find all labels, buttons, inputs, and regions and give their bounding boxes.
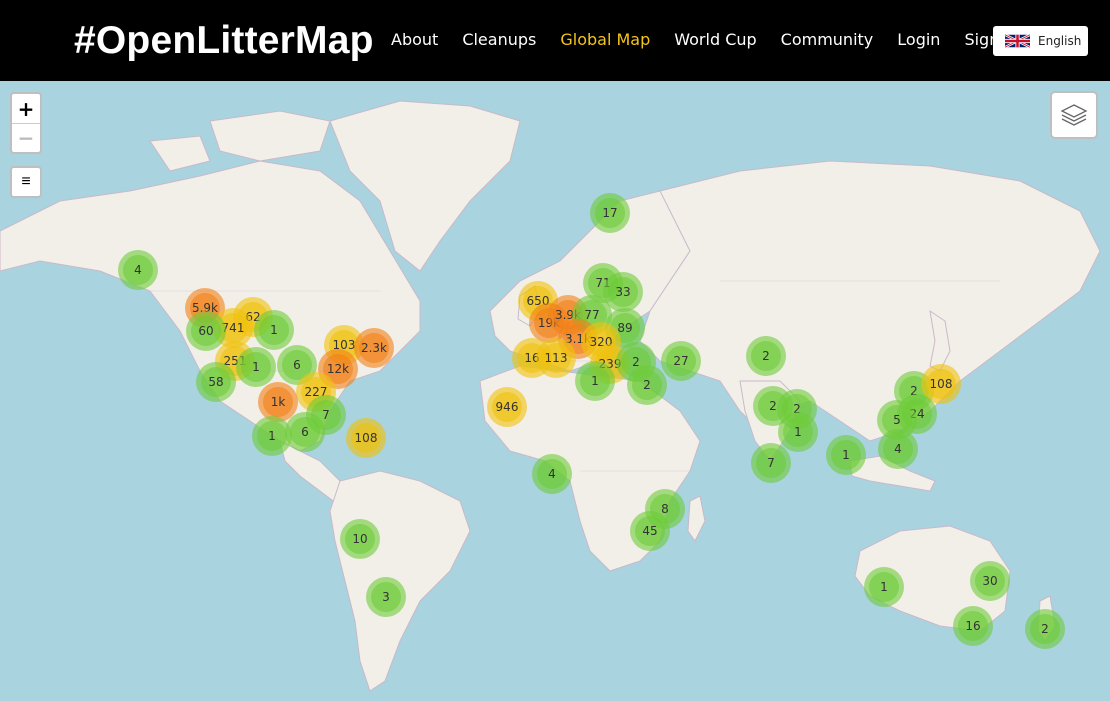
navbar: #OpenLitterMap About Cleanups Global Map…: [0, 0, 1110, 81]
cluster-count: 2: [751, 341, 781, 371]
cluster-count: 7: [756, 448, 786, 478]
map-cluster[interactable]: 1: [254, 310, 294, 350]
map-cluster[interactable]: 1: [252, 416, 292, 456]
map-cluster[interactable]: 7: [751, 443, 791, 483]
cluster-count: 3: [371, 582, 401, 612]
cluster-count: 4: [537, 459, 567, 489]
cluster-count: 2: [632, 370, 662, 400]
menu-button[interactable]: ≡: [10, 166, 42, 198]
map-cluster[interactable]: 2: [746, 336, 786, 376]
cluster-count: 2.3k: [359, 333, 389, 363]
zoom-out-button[interactable]: −: [12, 123, 40, 152]
language-selector[interactable]: English: [993, 26, 1088, 56]
cluster-count: 1: [257, 421, 287, 451]
cluster-count: 10: [345, 524, 375, 554]
map-cluster[interactable]: 60: [186, 311, 226, 351]
map-cluster[interactable]: 2: [627, 365, 667, 405]
global-map[interactable]: + − ≡ 17 4 5.9k 62 741 60 1 251 1 58 6 1…: [0, 81, 1110, 701]
cluster-count: 108: [926, 369, 956, 399]
cluster-count: 1: [259, 315, 289, 345]
map-cluster[interactable]: 1: [864, 567, 904, 607]
cluster-count: 1: [783, 417, 813, 447]
layers-button[interactable]: [1050, 91, 1098, 139]
map-cluster[interactable]: 58: [196, 362, 236, 402]
map-cluster[interactable]: 1: [778, 412, 818, 452]
cluster-count: 45: [635, 516, 665, 546]
map-cluster[interactable]: 16: [953, 606, 993, 646]
cluster-count: 1: [831, 440, 861, 470]
cluster-count: 30: [975, 566, 1005, 596]
map-cluster[interactable]: 108: [346, 418, 386, 458]
cluster-count: 1: [869, 572, 899, 602]
map-cluster[interactable]: 2.3k: [354, 328, 394, 368]
map-cluster[interactable]: 4: [532, 454, 572, 494]
map-cluster[interactable]: 1: [575, 361, 615, 401]
cluster-count: 1k: [263, 387, 293, 417]
nav-links: About Cleanups Global Map World Cup Comm…: [391, 30, 1044, 50]
map-cluster[interactable]: 2: [1025, 609, 1065, 649]
map-cluster[interactable]: 3: [366, 577, 406, 617]
nav-community[interactable]: Community: [781, 30, 874, 50]
nav-cleanups[interactable]: Cleanups: [462, 30, 536, 50]
zoom-control: + −: [10, 92, 42, 154]
nav-about[interactable]: About: [391, 30, 438, 50]
map-cluster[interactable]: 30: [970, 561, 1010, 601]
cluster-count: 1: [241, 352, 271, 382]
cluster-count: 17: [595, 198, 625, 228]
map-cluster[interactable]: 113: [536, 338, 576, 378]
map-cluster[interactable]: 1: [826, 435, 866, 475]
map-cluster[interactable]: 4: [878, 429, 918, 469]
cluster-count: 33: [608, 277, 638, 307]
cluster-count: 108: [351, 423, 381, 453]
cluster-count: 1: [580, 366, 610, 396]
cluster-count: 113: [541, 343, 571, 373]
map-cluster[interactable]: 45: [630, 511, 670, 551]
nav-global-map[interactable]: Global Map: [560, 30, 650, 50]
cluster-count: 60: [191, 316, 221, 346]
cluster-count: 27: [666, 346, 696, 376]
cluster-count: 16: [958, 611, 988, 641]
language-label: English: [1038, 34, 1082, 48]
map-cluster[interactable]: 946: [487, 387, 527, 427]
layers-icon: [1060, 104, 1088, 126]
nav-login[interactable]: Login: [897, 30, 940, 50]
cluster-count: 4: [123, 255, 153, 285]
map-cluster[interactable]: 4: [118, 250, 158, 290]
cluster-count: 58: [201, 367, 231, 397]
map-cluster[interactable]: 17: [590, 193, 630, 233]
cluster-count: 946: [492, 392, 522, 422]
brand-logo[interactable]: #OpenLitterMap: [74, 18, 374, 64]
cluster-count: 2: [1030, 614, 1060, 644]
map-cluster[interactable]: 1: [236, 347, 276, 387]
map-cluster[interactable]: 10: [340, 519, 380, 559]
uk-flag-icon: [1005, 34, 1030, 48]
zoom-in-button[interactable]: +: [12, 94, 40, 123]
cluster-count: 6: [290, 417, 320, 447]
map-cluster[interactable]: 27: [661, 341, 701, 381]
nav-world-cup[interactable]: World Cup: [674, 30, 756, 50]
cluster-count: 4: [883, 434, 913, 464]
